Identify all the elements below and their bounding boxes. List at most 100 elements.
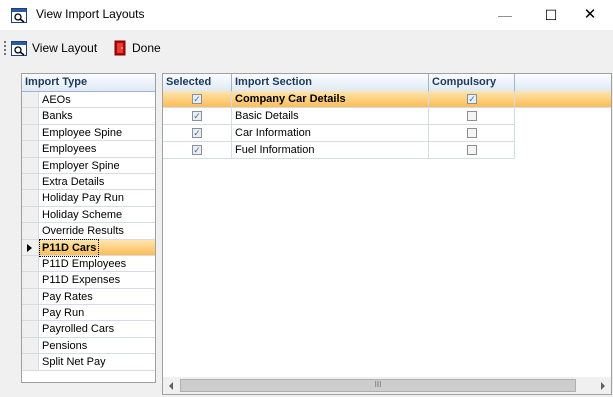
import-type-item[interactable]: Employer Spine xyxy=(22,157,155,174)
import-type-item[interactable]: Split Net Pay xyxy=(22,354,155,371)
column-header-filler xyxy=(515,74,611,91)
selected-cell: ✓ xyxy=(163,142,232,158)
import-type-item[interactable]: Holiday Scheme xyxy=(22,206,155,224)
row-indicator[interactable] xyxy=(22,190,39,206)
scrollbar-thumb[interactable]: III xyxy=(180,379,576,392)
import-type-item[interactable]: Override Results xyxy=(22,223,155,240)
import-type-item[interactable]: AEOs xyxy=(22,92,155,109)
compulsory-checkbox: ✓ xyxy=(467,94,477,104)
import-type-label: P11D Expenses xyxy=(42,274,121,287)
arrow-right-icon xyxy=(601,382,605,390)
import-type-item[interactable]: Banks xyxy=(22,108,155,125)
import-type-header: Import Type xyxy=(22,74,155,92)
import-type-item[interactable]: Holiday Pay Run xyxy=(22,190,155,207)
row-indicator[interactable] xyxy=(22,288,39,305)
compulsory-cell xyxy=(429,108,515,124)
import-type-item[interactable]: Payrolled Cars xyxy=(22,321,155,338)
arrow-left-icon xyxy=(169,382,173,390)
row-indicator[interactable] xyxy=(22,255,39,272)
import-type-label: Holiday Scheme xyxy=(42,208,123,221)
title-bar: View Import Layouts — ☐ ✕ xyxy=(0,0,613,30)
import-type-label: Employees xyxy=(42,143,97,156)
compulsory-checkbox xyxy=(467,128,477,138)
row-indicator[interactable] xyxy=(22,321,39,337)
section-row[interactable]: ✓ Basic Details xyxy=(163,108,515,125)
import-type-label: P11D Employees xyxy=(42,257,127,270)
row-indicator[interactable] xyxy=(22,206,39,223)
import-type-label: Employee Spine xyxy=(42,126,123,139)
import-type-label: Split Net Pay xyxy=(42,356,106,369)
import-type-item[interactable]: Pay Run xyxy=(22,305,155,322)
row-indicator[interactable] xyxy=(22,354,39,370)
compulsory-cell xyxy=(429,142,515,158)
row-indicator[interactable] xyxy=(22,124,39,141)
row-indicator[interactable] xyxy=(22,272,39,288)
view-layout-button[interactable]: View Layout xyxy=(11,39,97,57)
column-header-compulsory[interactable]: Compulsory xyxy=(429,74,515,91)
import-type-item[interactable]: Employees xyxy=(22,141,155,158)
import-type-label: AEOs xyxy=(42,94,71,106)
view-layout-label: View Layout xyxy=(32,41,98,55)
import-type-label: Employer Spine xyxy=(42,159,120,172)
import-type-item[interactable]: P11D Expenses xyxy=(22,272,155,289)
import-sections-grid[interactable]: Selected Import Section Compulsory ✓ Comp… xyxy=(162,73,612,395)
import-type-label: Holiday Pay Run xyxy=(42,192,124,205)
row-indicator[interactable] xyxy=(22,223,39,239)
import-section-cell: Company Car Details xyxy=(232,91,429,107)
view-layout-icon xyxy=(11,40,27,56)
section-row[interactable]: ✓ Fuel Information xyxy=(163,142,515,159)
view-layout-app-icon xyxy=(11,8,27,23)
scroll-right-button[interactable] xyxy=(594,377,611,394)
import-type-label: Banks xyxy=(42,110,73,123)
row-indicator[interactable] xyxy=(22,239,39,255)
compulsory-checkbox xyxy=(467,111,477,121)
exit-door-icon xyxy=(114,40,126,56)
window-title: View Import Layouts xyxy=(36,7,145,21)
import-type-item[interactable]: Employee Spine xyxy=(22,124,155,142)
toolbar: View Layout Done xyxy=(0,36,613,62)
current-row-arrow-icon xyxy=(27,243,32,252)
compulsory-checkbox xyxy=(467,145,477,155)
column-header-selected[interactable]: Selected xyxy=(163,74,232,91)
toolbar-grip[interactable] xyxy=(4,41,8,55)
import-type-item[interactable]: Pensions xyxy=(22,337,155,355)
selected-checkbox[interactable]: ✓ xyxy=(192,145,202,155)
row-indicator[interactable] xyxy=(22,305,39,321)
done-label: Done xyxy=(132,41,161,55)
import-type-item[interactable]: Extra Details xyxy=(22,173,155,191)
selected-cell: ✓ xyxy=(163,125,232,141)
selected-checkbox[interactable]: ✓ xyxy=(192,94,202,104)
row-indicator[interactable] xyxy=(22,92,39,108)
import-type-label: Pay Rates xyxy=(42,290,93,303)
row-indicator[interactable] xyxy=(22,173,39,190)
selected-cell: ✓ xyxy=(163,108,232,124)
import-section-cell: Fuel Information xyxy=(232,142,429,158)
selected-checkbox[interactable]: ✓ xyxy=(192,111,202,121)
import-type-label: P11D Cars xyxy=(38,238,100,257)
row-indicator[interactable] xyxy=(22,141,39,157)
import-section-cell: Car Information xyxy=(232,125,429,141)
import-type-item[interactable]: Pay Rates xyxy=(22,288,155,306)
import-type-list[interactable]: Import Type AEOs Banks Employee Spine Emplo… xyxy=(21,73,156,383)
scroll-left-button[interactable] xyxy=(163,377,180,394)
import-type-item[interactable]: P11D Employees xyxy=(22,255,155,273)
column-header-import-section[interactable]: Import Section xyxy=(232,74,429,91)
section-row[interactable]: ✓ Car Information xyxy=(163,125,515,142)
row-indicator[interactable] xyxy=(22,337,39,354)
import-type-label: Payrolled Cars xyxy=(42,323,115,336)
horizontal-scrollbar[interactable]: III xyxy=(163,377,611,394)
import-section-cell: Basic Details xyxy=(232,108,429,124)
section-row[interactable]: ✓ Company Car Details ✓ xyxy=(163,91,611,108)
import-type-label: Override Results xyxy=(42,225,124,238)
minimize-button[interactable]: — xyxy=(482,0,528,30)
import-type-label: Pensions xyxy=(42,339,88,352)
import-type-label: Pay Run xyxy=(42,307,85,320)
import-type-item[interactable]: P11D Cars xyxy=(22,238,155,257)
done-button[interactable]: Done xyxy=(114,39,161,57)
row-indicator[interactable] xyxy=(22,108,39,124)
import-type-label: Extra Details xyxy=(42,175,105,188)
row-indicator[interactable] xyxy=(22,157,39,173)
close-button[interactable]: ✕ xyxy=(567,0,613,30)
selected-checkbox[interactable]: ✓ xyxy=(192,128,202,138)
compulsory-cell: ✓ xyxy=(429,91,515,107)
